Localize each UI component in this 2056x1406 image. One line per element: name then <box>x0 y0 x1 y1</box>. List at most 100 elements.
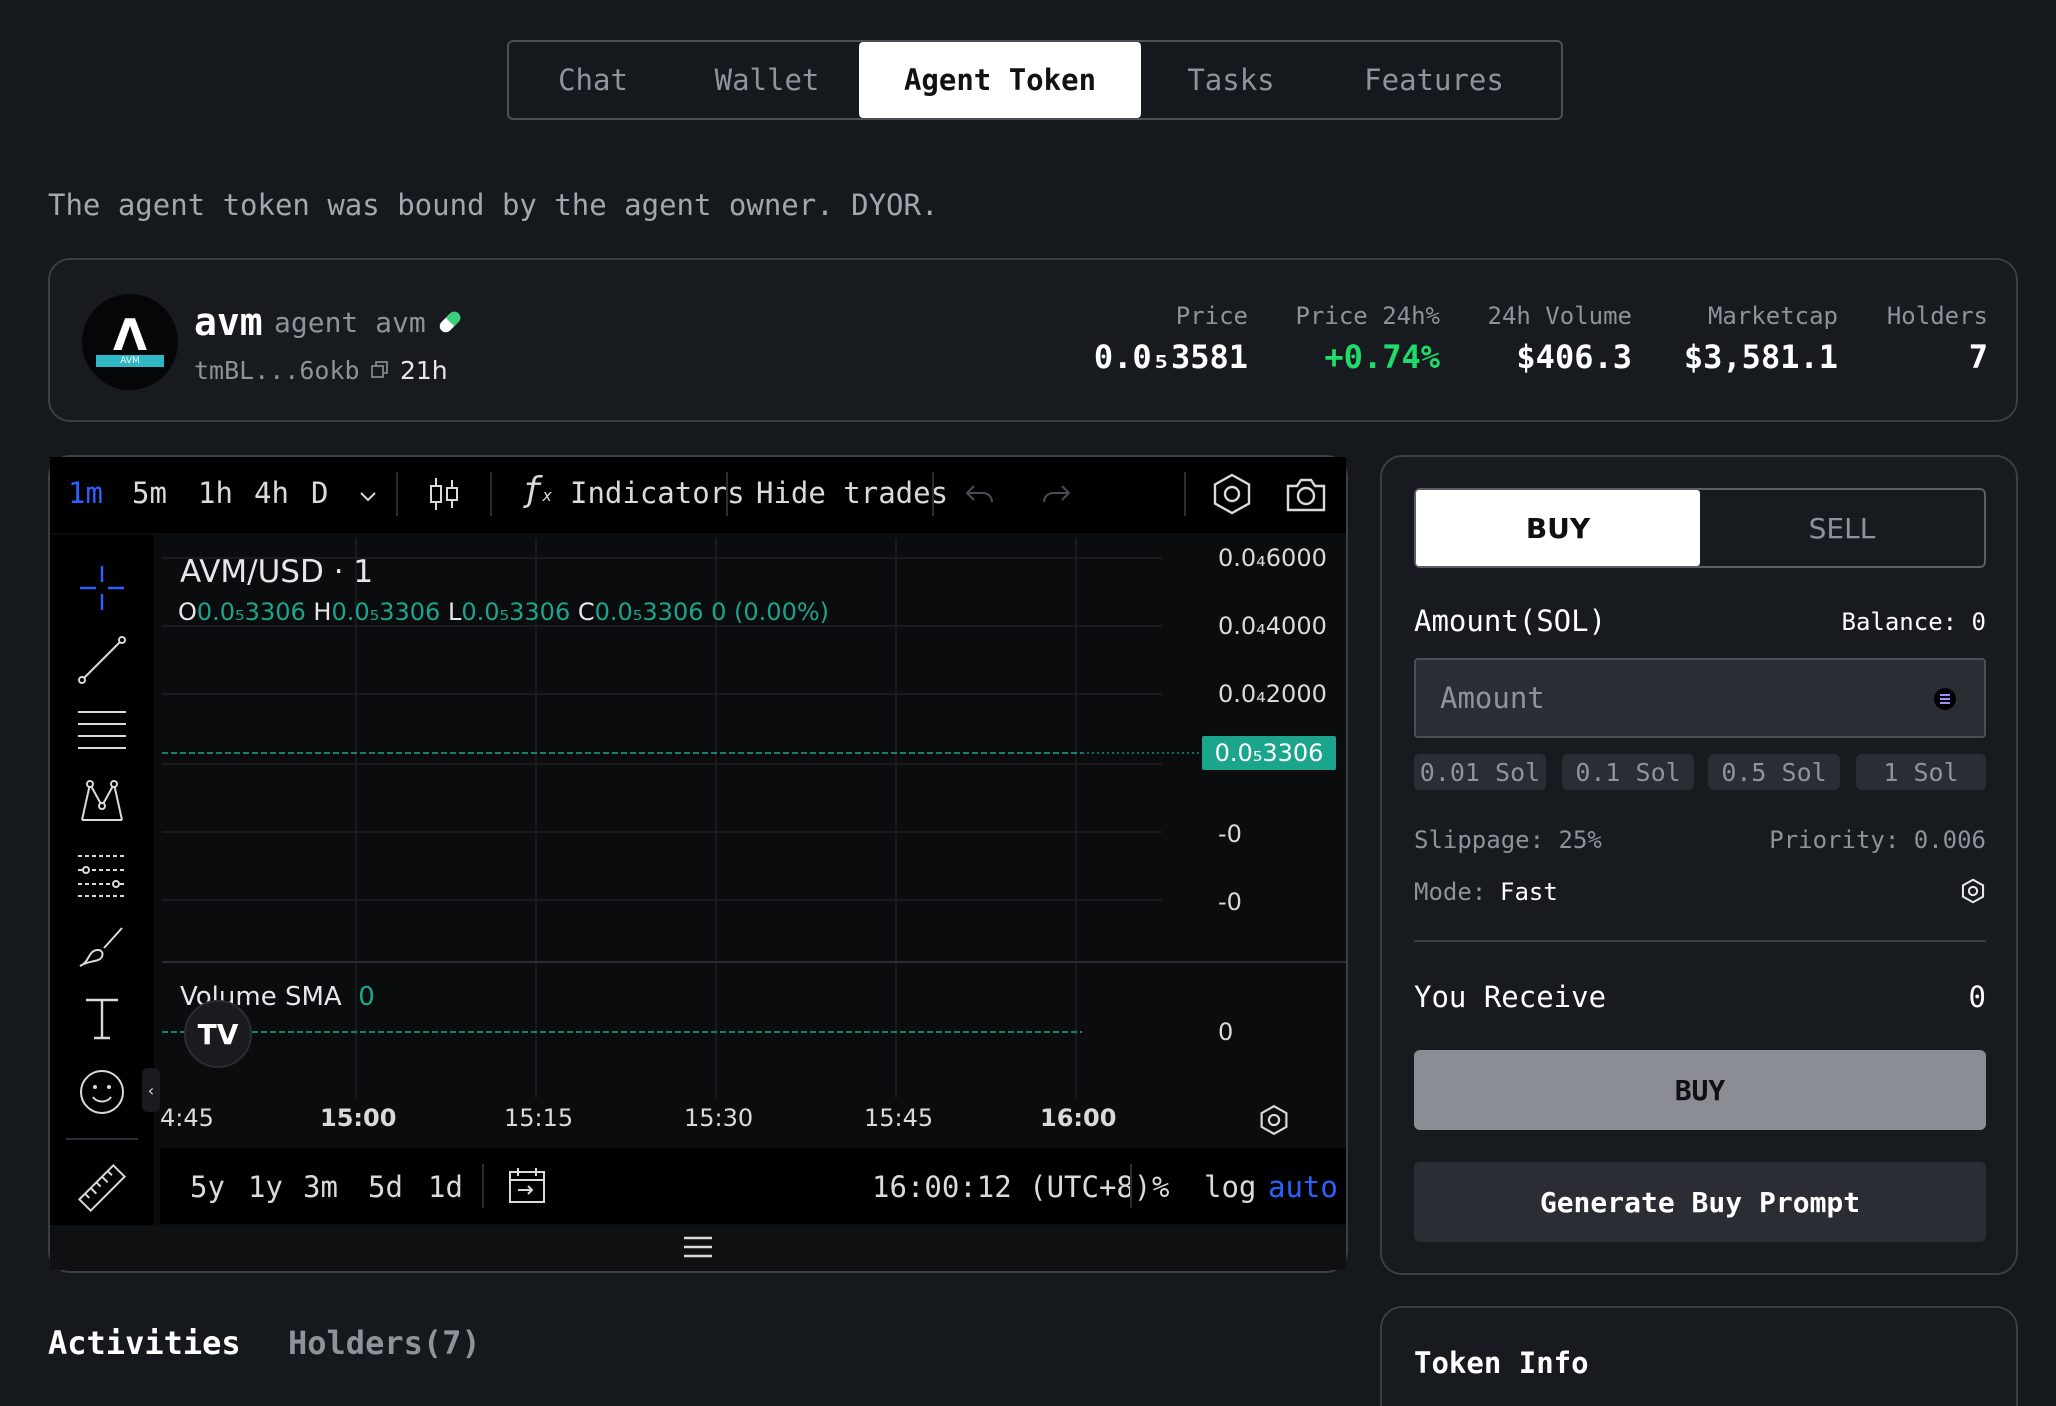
undo-icon[interactable] <box>964 480 996 508</box>
brush-icon[interactable] <box>76 920 128 972</box>
crosshair-icon[interactable] <box>76 562 128 614</box>
quick-amount-0.1[interactable]: 0.1 Sol <box>1562 754 1694 790</box>
y-tick: 0.0₄6000 <box>1218 544 1327 572</box>
y-tick: 0.0₄4000 <box>1218 612 1327 640</box>
ohlc-h-label: H <box>313 598 332 626</box>
tab-features[interactable]: Features <box>1321 42 1547 118</box>
interval-1m[interactable]: 1m <box>68 476 103 510</box>
ohlc-o-label: O <box>178 598 197 626</box>
quick-amount-0.01[interactable]: 0.01 Sol <box>1414 754 1546 790</box>
solana-icon <box>1934 688 1956 710</box>
x-tick: 15:00 <box>320 1104 397 1132</box>
amount-label: Amount(SOL) <box>1414 604 1607 638</box>
toolbar-divider <box>66 1138 138 1140</box>
clock[interactable]: 16:00:12 (UTC+8) <box>872 1170 1151 1204</box>
range-5d[interactable]: 5d <box>368 1170 403 1204</box>
trend-line-icon[interactable] <box>76 634 128 686</box>
stat-holders-value: 7 <box>1968 338 1988 376</box>
ohlc-low: 0.0₅3306 <box>461 598 571 626</box>
buy-button[interactable]: BUY <box>1414 1050 1986 1130</box>
range-1y[interactable]: 1y <box>248 1170 283 1204</box>
menu-icon[interactable] <box>682 1234 714 1260</box>
ohlc-high: 0.0₅3306 <box>331 598 441 626</box>
last-price-tag: 0.0₅3306 <box>1202 736 1336 770</box>
token-symbol: avm <box>194 300 263 344</box>
toolbar-divider <box>726 472 728 516</box>
ohlc-change: 0 (0.00%) <box>711 598 830 626</box>
chart-grid <box>162 538 1346 1098</box>
text-icon[interactable] <box>76 992 128 1044</box>
token-name: agent avm <box>274 306 426 339</box>
quick-amount-1[interactable]: 1 Sol <box>1856 754 1986 790</box>
collapse-toolbar-button[interactable]: ‹ <box>142 1068 160 1112</box>
interval-4h[interactable]: 4h <box>254 476 289 510</box>
interval-d[interactable]: D <box>311 476 328 510</box>
range-3m[interactable]: 3m <box>303 1170 338 1204</box>
range-5y[interactable]: 5y <box>190 1170 225 1204</box>
calendar-icon[interactable] <box>506 1164 548 1206</box>
generate-buy-prompt-button[interactable]: Generate Buy Prompt <box>1414 1162 1986 1242</box>
pill-icon <box>439 311 461 333</box>
mode-value: Fast <box>1500 878 1558 906</box>
range-1d[interactable]: 1d <box>428 1170 463 1204</box>
ohlc-legend: O0.0₅3306 H0.0₅3306 L0.0₅3306 C0.0₅3306 … <box>178 598 829 626</box>
interval-5m[interactable]: 5m <box>132 476 167 510</box>
tab-wallet[interactable]: Wallet <box>675 42 859 118</box>
function-icon[interactable]: ƒx <box>522 470 552 510</box>
trade-divider <box>1414 940 1986 942</box>
y-tick: 0.0₄2000 <box>1218 680 1327 708</box>
pattern-icon[interactable] <box>76 776 128 828</box>
y-tick: -0 <box>1218 820 1242 848</box>
stat-price-label: Price <box>1175 302 1248 330</box>
tab-agent-token[interactable]: Agent Token <box>859 42 1141 118</box>
sell-tab[interactable]: SELL <box>1700 490 1984 566</box>
tab-activities[interactable]: Activities <box>48 1324 241 1362</box>
stat-marketcap-label: Marketcap <box>1707 302 1838 330</box>
redo-icon[interactable] <box>1040 480 1072 508</box>
stat-change-label: Price 24h% <box>1295 302 1441 330</box>
copy-icon[interactable] <box>370 360 390 380</box>
x-tick: 4:45 <box>160 1104 214 1132</box>
quick-amount-0.5[interactable]: 0.5 Sol <box>1708 754 1840 790</box>
trade-settings-icon[interactable] <box>1960 878 1986 904</box>
priority-label: Priority: 0.006 <box>1769 826 1986 854</box>
avatar-label: AVM <box>96 355 164 367</box>
ohlc-open: 0.0₅3306 <box>196 598 306 626</box>
token-age: 21h <box>400 356 448 385</box>
stat-volume-value: $406.3 <box>1516 338 1632 376</box>
camera-icon[interactable] <box>1284 474 1328 514</box>
amount-input[interactable] <box>1414 658 1986 738</box>
chevron-down-icon[interactable] <box>356 484 380 508</box>
tab-chat[interactable]: Chat <box>511 42 675 118</box>
x-tick: 15:15 <box>504 1104 574 1132</box>
y-tick: -0 <box>1218 888 1242 916</box>
settings-icon[interactable] <box>1210 472 1254 516</box>
toolbar-divider <box>932 472 934 516</box>
tab-holders[interactable]: Holders(7) <box>288 1324 481 1362</box>
hide-trades-button[interactable]: Hide trades <box>756 476 948 510</box>
interval-1h[interactable]: 1h <box>198 476 233 510</box>
toolbar-divider <box>1184 472 1186 516</box>
tab-tasks[interactable]: Tasks <box>1141 42 1321 118</box>
emoji-icon[interactable] <box>76 1066 128 1118</box>
auto-toggle[interactable]: auto <box>1268 1170 1338 1204</box>
toolbar-divider <box>396 472 398 516</box>
tradingview-logo-icon[interactable]: TV <box>184 1000 252 1068</box>
main-tabs: Chat Wallet Agent Token Tasks Features <box>507 40 1563 120</box>
notice-text: The agent token was bound by the agent o… <box>48 188 939 222</box>
toolbar-divider <box>482 1164 484 1208</box>
axis-settings-icon[interactable] <box>1258 1104 1290 1136</box>
horizontal-lines-icon[interactable] <box>76 706 128 758</box>
fib-icon[interactable] <box>76 848 128 900</box>
ruler-icon[interactable] <box>76 1162 128 1214</box>
token-info-title: Token Info <box>1414 1346 1589 1380</box>
token-address[interactable]: tmBL...6okb <box>194 356 360 385</box>
log-toggle[interactable]: log <box>1204 1170 1256 1204</box>
candles-icon[interactable] <box>428 474 460 514</box>
indicators-button[interactable]: Indicators <box>570 476 745 510</box>
buy-tab[interactable]: BUY <box>1416 490 1700 566</box>
percent-toggle[interactable]: % <box>1152 1170 1169 1204</box>
stat-marketcap-value: $3,581.1 <box>1683 338 1838 376</box>
toolbar-divider <box>1130 1164 1132 1208</box>
stat-change-value: +0.74% <box>1324 338 1440 376</box>
